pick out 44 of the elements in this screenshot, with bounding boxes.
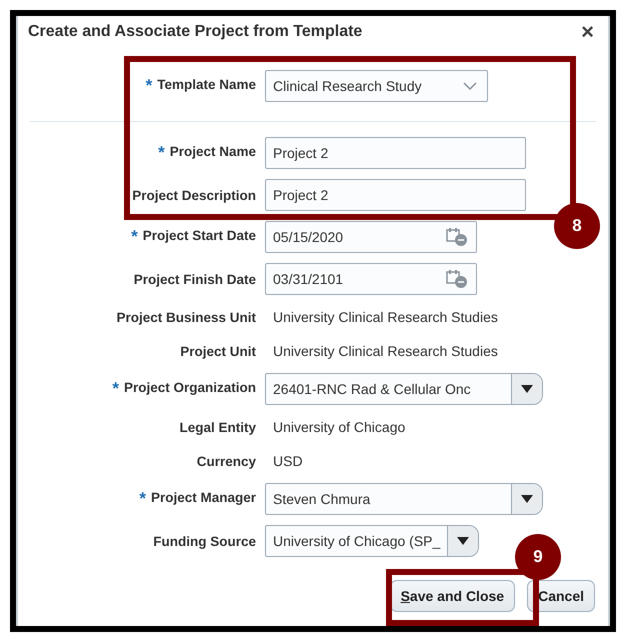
cancel-button[interactable]: Cancel: [527, 580, 595, 612]
dialog-title: Create and Associate Project from Template: [28, 23, 362, 41]
field-label: Project Organization: [124, 380, 256, 395]
field-label: Currency: [196, 454, 256, 468]
text-field[interactable]: Project 2: [265, 137, 526, 169]
calendar-clock-icon[interactable]: [446, 269, 468, 289]
field-label: Project Finish Date: [134, 272, 256, 286]
dropdown-button[interactable]: [447, 526, 478, 556]
field-label: Project Description: [132, 188, 256, 202]
field-label: Project Manager: [150, 490, 256, 505]
step-badge: 9: [515, 534, 561, 580]
field-value: USD: [272, 453, 304, 469]
required-mark: *: [146, 76, 152, 95]
field-value: University of Chicago: [272, 419, 406, 435]
calendar-clock-icon[interactable]: [446, 227, 468, 247]
combo-field[interactable]: Steven Chmura: [265, 483, 543, 515]
dropdown-field[interactable]: Clinical Research Study: [265, 70, 488, 102]
date-field[interactable]: 03/31/2101: [265, 263, 477, 295]
step-badge: 8: [554, 203, 600, 249]
required-mark: *: [158, 143, 165, 162]
close-button[interactable]: ×: [577, 21, 598, 43]
field-value: University Clinical Research Studies: [272, 343, 499, 359]
text-field[interactable]: Project 2: [265, 179, 526, 211]
caret-down-icon: [521, 385, 533, 393]
field-label: Legal Entity: [179, 420, 256, 434]
date-field[interactable]: 05/15/2020: [265, 221, 477, 253]
required-mark: *: [139, 489, 146, 508]
required-mark: *: [131, 227, 138, 246]
caret-down-icon: [521, 495, 533, 503]
field-label: Funding Source: [153, 534, 256, 548]
combo-field[interactable]: 26401-RNC Rad & Cellular Onc: [265, 373, 543, 405]
required-mark: *: [112, 379, 119, 398]
field-label: Project Unit: [180, 344, 256, 358]
field-value: University Clinical Research Studies: [272, 309, 499, 325]
dropdown-button[interactable]: [511, 484, 542, 514]
chevron-down-icon: [463, 82, 477, 90]
caret-down-icon: [457, 537, 469, 545]
field-label: Project Business Unit: [116, 310, 256, 324]
field-label: Template Name: [157, 77, 256, 92]
combo-field[interactable]: University of Chicago (SP_: [265, 525, 479, 557]
dropdown-button[interactable]: [511, 374, 542, 404]
field-label: Project Start Date: [142, 228, 256, 243]
save-button[interactable]: Save and Close: [390, 580, 516, 612]
field-label: Project Name: [170, 144, 256, 159]
